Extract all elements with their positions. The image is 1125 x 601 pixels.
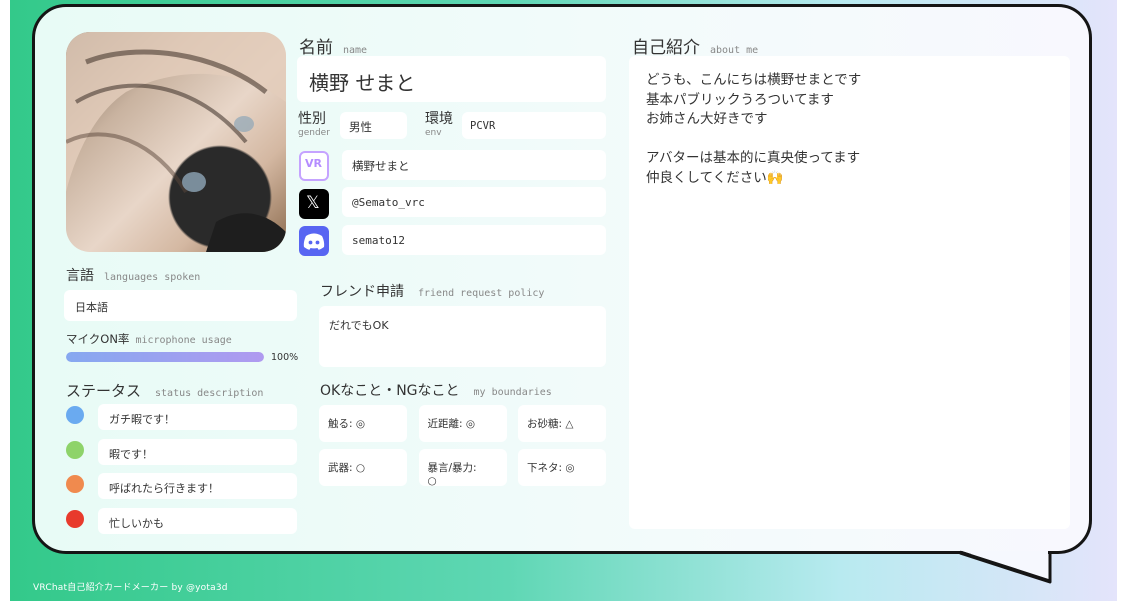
discord-icon xyxy=(299,226,329,256)
mic-label: マイクON率 microphone usage xyxy=(66,332,232,346)
status-color-dot xyxy=(66,475,84,493)
name-value: 横野 せまと xyxy=(309,71,416,95)
gender-field: 男性 xyxy=(340,112,407,139)
languages-label: 言語 languages spoken xyxy=(66,268,201,284)
mic-usage-fill xyxy=(66,352,264,362)
status-color-dot xyxy=(66,509,84,528)
footer-credit: VRChat自己紹介カードメーカー by @yota3d xyxy=(33,583,228,593)
boundary-item-text: 近距離: ◎ xyxy=(427,418,476,430)
status-item: 暇です！ xyxy=(98,438,297,465)
boundary-item-text: 暴言/暴力: ○ xyxy=(427,462,477,487)
status-item-text: 暇です！ xyxy=(109,447,153,461)
boundary-item-text: 武器: ○ xyxy=(328,462,366,474)
boundary-item: 武器: ○ xyxy=(319,449,407,486)
status-item-text: 忙しいかも xyxy=(109,516,164,530)
env-label: 環境 env xyxy=(425,111,453,138)
boundary-item: 近距離: ◎ xyxy=(418,405,507,442)
status-color-dot xyxy=(66,406,84,424)
friend-request-field: だれでもOK xyxy=(319,306,606,367)
status-item-text: ガチ暇です！ xyxy=(109,413,175,426)
boundary-item-text: 下ネタ: ◎ xyxy=(527,462,575,474)
mic-usage-bar xyxy=(66,352,264,362)
friend-request-label: フレンド申請 friend request policy xyxy=(320,284,545,300)
x-logo-icon: 𝕏 xyxy=(299,189,329,219)
vrchat-icon: VR xyxy=(299,151,329,181)
status-item: ガチ暇です！ xyxy=(98,404,297,430)
vrchat-name-field: 横野せまと xyxy=(342,150,606,180)
boundary-item: お砂糖: △ xyxy=(518,405,606,442)
status-item: 忙しいかも xyxy=(98,507,297,534)
boundary-item: 下ネタ: ◎ xyxy=(518,449,606,486)
about-text: どうも、こんにちは横野せまとです 基本パブリックうろついてます お姉さん大好きで… xyxy=(646,72,862,186)
x-handle-field: @Semato_vrc xyxy=(342,187,606,217)
boundary-item: 暴言/暴力: ○ xyxy=(418,449,507,487)
name-label: 名前 name xyxy=(299,38,368,58)
name-field: 横野 せまと xyxy=(297,56,606,102)
status-item: 呼ばれたら行きます！ xyxy=(98,473,297,499)
about-label: 自己紹介 about me xyxy=(632,38,759,58)
mic-percent: 100% xyxy=(271,352,299,363)
status-label: ステータス status description xyxy=(66,382,264,400)
boundary-item-text: お砂糖: △ xyxy=(527,418,574,430)
boundary-item-text: 触る: ◎ xyxy=(328,418,366,430)
languages-field: 日本語 xyxy=(64,290,297,321)
gender-label: 性別 gender xyxy=(298,111,330,138)
status-item-text: 呼ばれたら行きます！ xyxy=(109,482,219,495)
about-field: どうも、こんにちは横野せまとです 基本パブリックうろついてます お姉さん大好きで… xyxy=(629,56,1070,529)
discord-field: semato12 xyxy=(342,225,606,255)
boundaries-label: OKなこと・NGなこと my boundaries xyxy=(320,383,552,399)
avatar-image xyxy=(66,32,286,252)
status-color-dot xyxy=(66,440,84,459)
boundary-item: 触る: ◎ xyxy=(319,405,407,442)
env-field: PCVR xyxy=(462,112,606,139)
